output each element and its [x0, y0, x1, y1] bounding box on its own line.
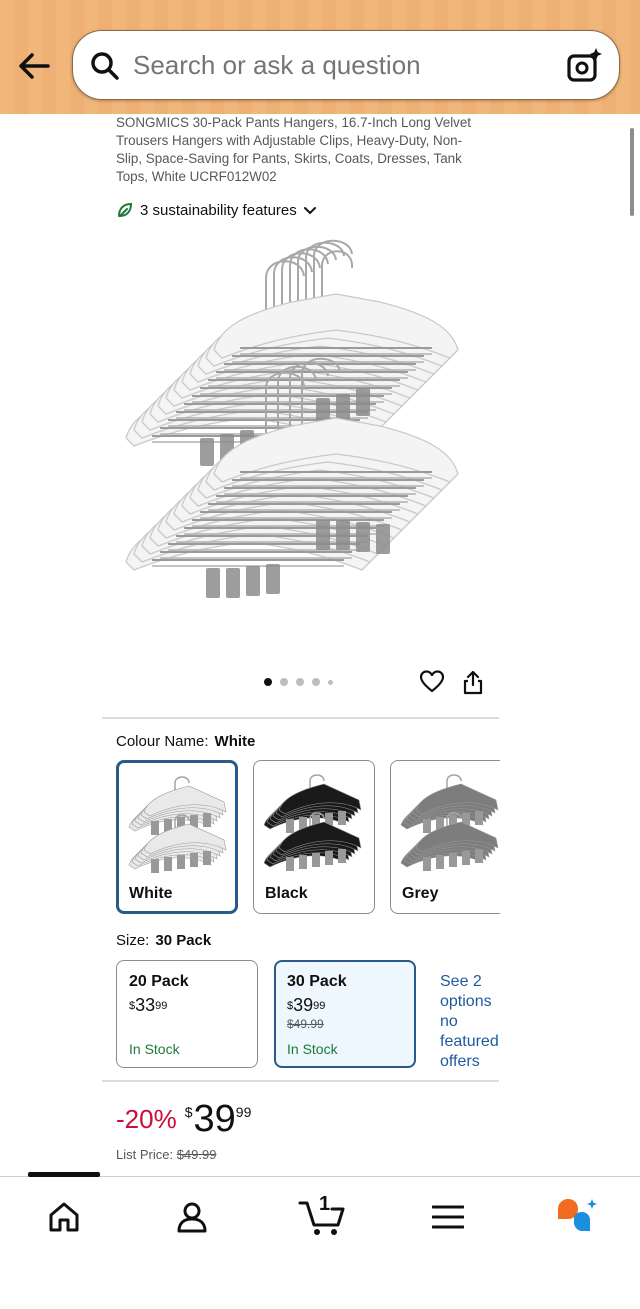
colour-swatch-grey[interactable]: Grey — [390, 760, 500, 914]
image-carousel-dots[interactable] — [264, 678, 333, 686]
swatch-label: Black — [265, 885, 308, 902]
size-option-list-price: $49.99 — [287, 1017, 324, 1031]
rufus-assistant-icon — [558, 1199, 597, 1231]
carousel-dot[interactable] — [264, 678, 272, 686]
nav-home[interactable] — [40, 1195, 88, 1239]
camera-lens-icon[interactable] — [565, 47, 603, 85]
size-label-text: Size: — [116, 932, 150, 949]
leaf-icon — [118, 202, 133, 217]
swatch-thumbnail — [263, 774, 362, 871]
header-bar — [0, 0, 640, 114]
back-button[interactable] — [14, 44, 58, 88]
current-price: $ 39 99 — [185, 1098, 252, 1141]
price-symbol: $ — [184, 1104, 193, 1120]
discount-percent: -20% — [116, 1104, 177, 1134]
colour-swatch-black[interactable]: Black — [253, 760, 375, 914]
price-dollars: 39 — [193, 1098, 236, 1140]
active-tab-indicator — [28, 1172, 100, 1177]
colour-label: Colour Name: White — [116, 733, 255, 750]
person-icon — [177, 1202, 207, 1233]
heart-icon — [419, 670, 445, 693]
list-price-label: List Price: — [116, 1147, 174, 1162]
colour-selected-value: White — [214, 733, 256, 750]
size-option-price: $3399 — [129, 995, 168, 1015]
search-input[interactable] — [133, 45, 553, 85]
carousel-dot[interactable] — [328, 679, 333, 685]
hanger-stack-image — [125, 239, 459, 598]
section-divider — [102, 1080, 499, 1082]
search-bar[interactable] — [72, 30, 620, 100]
sustainability-label: 3 sustainability features — [140, 201, 297, 219]
see-options-text: See 2 options no featured offers — [440, 973, 499, 1070]
see-more-options-link[interactable]: See 2 options no featured offers — [440, 972, 500, 1072]
stock-status: In Stock — [287, 1041, 338, 1057]
size-option-price: $3999 — [287, 995, 326, 1015]
swatch-thumbnail — [128, 776, 227, 873]
page-scrollbar[interactable] — [630, 128, 634, 216]
price-cents: 99 — [235, 1104, 252, 1120]
share-button[interactable] — [462, 669, 484, 695]
size-price-cents: 99 — [155, 1000, 168, 1012]
nav-account[interactable] — [168, 1195, 216, 1239]
carousel-dot[interactable] — [312, 678, 320, 686]
product-title[interactable]: SONGMICS 30-Pack Pants Hangers, 16.7-Inc… — [116, 114, 476, 186]
size-label: Size: 30 Pack — [116, 932, 211, 949]
share-icon — [463, 670, 483, 695]
list-price-value: $49.99 — [176, 1147, 217, 1162]
wishlist-button[interactable] — [419, 670, 445, 694]
swatch-label: Grey — [402, 885, 439, 902]
size-price-dollars: 33 — [135, 995, 156, 1015]
swatch-thumbnail — [400, 774, 499, 871]
carousel-dot[interactable] — [280, 678, 288, 686]
carousel-dot[interactable] — [296, 678, 304, 686]
sustainability-features-link[interactable]: 3 sustainability features — [116, 199, 317, 221]
back-arrow-icon — [19, 53, 50, 79]
nav-ai-assistant[interactable] — [552, 1195, 600, 1239]
search-icon — [91, 52, 119, 80]
nav-cart[interactable]: 1 — [296, 1193, 348, 1239]
size-option-30-pack[interactable]: 30 Pack $3999 $49.99 In Stock — [274, 960, 416, 1068]
chevron-down-icon — [303, 207, 316, 215]
size-option-name: 20 Pack — [129, 973, 189, 990]
menu-icon — [432, 1205, 464, 1229]
price-row: -20% $ 39 99 — [116, 1098, 251, 1141]
size-price-dollars: 39 — [293, 995, 314, 1015]
bottom-navigation: 1 — [0, 1172, 640, 1309]
size-option-name: 30 Pack — [287, 973, 347, 990]
colour-label-text: Colour Name: — [116, 733, 209, 750]
colour-swatch-white[interactable]: White — [116, 760, 238, 914]
swatch-label: White — [129, 885, 173, 902]
section-divider — [102, 717, 499, 719]
stock-status: In Stock — [129, 1041, 180, 1057]
cart-count: 1 — [319, 1193, 331, 1215]
colour-swatch-row[interactable]: White Black Grey — [116, 760, 500, 916]
nav-menu[interactable] — [424, 1195, 472, 1239]
size-selected-value: 30 Pack — [155, 932, 212, 949]
list-price: List Price: $49.99 — [116, 1147, 216, 1162]
size-price-cents: 99 — [313, 1000, 326, 1012]
product-image[interactable] — [116, 238, 486, 638]
home-icon — [49, 1202, 79, 1232]
size-option-20-pack[interactable]: 20 Pack $3399 In Stock — [116, 960, 258, 1068]
